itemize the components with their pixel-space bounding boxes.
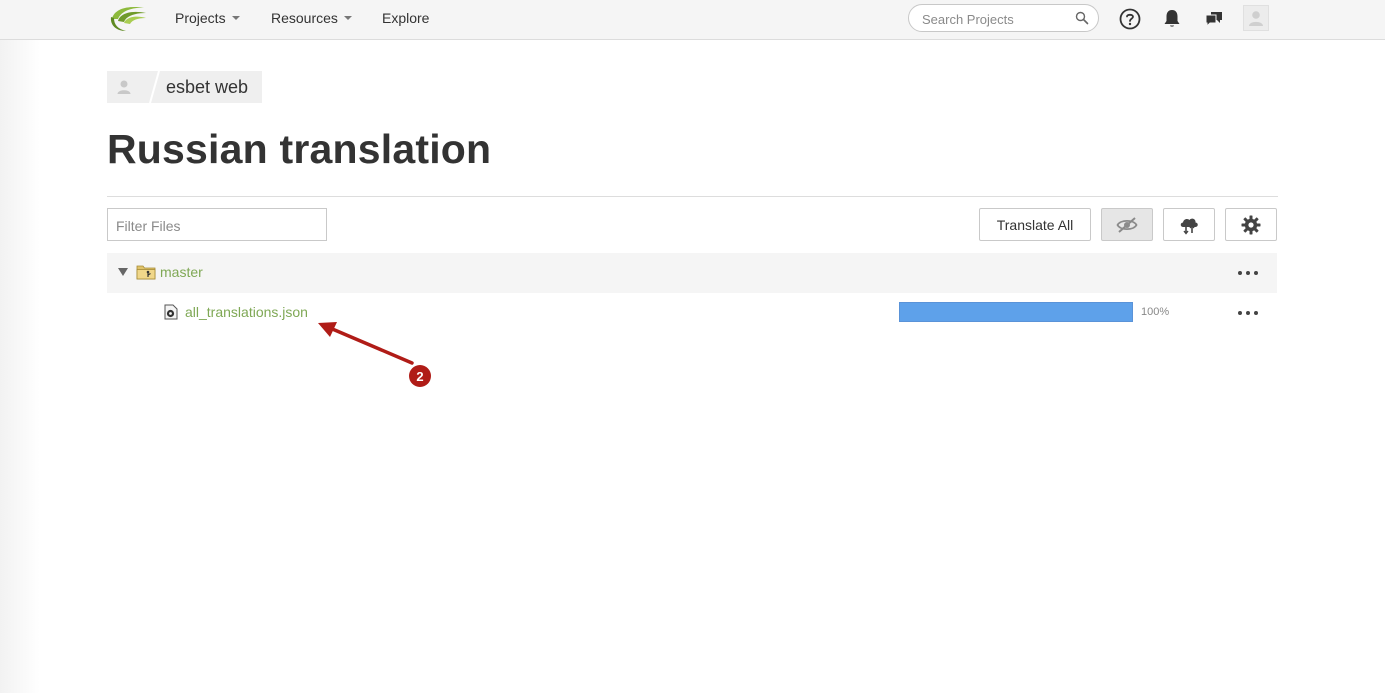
nav-explore[interactable]: Explore: [382, 10, 429, 26]
translation-progress-bar: [899, 302, 1133, 322]
branch-name[interactable]: master: [160, 264, 203, 280]
progress-fill: [900, 303, 1132, 321]
page-title: Russian translation: [107, 126, 492, 172]
avatar[interactable]: [1243, 5, 1269, 31]
user-icon: [1249, 11, 1263, 26]
file-row[interactable]: all_translations.json 100%: [107, 293, 1277, 333]
logo-icon: [110, 7, 146, 31]
filter-files-box[interactable]: [107, 208, 327, 241]
annotation-number: 2: [416, 369, 423, 384]
search-box[interactable]: [908, 4, 1099, 32]
nav-resources[interactable]: Resources: [271, 10, 352, 26]
settings-button[interactable]: [1225, 208, 1277, 241]
top-navbar: Projects Resources Explore: [0, 0, 1385, 40]
breadcrumb-separator: [149, 71, 160, 103]
help-icon[interactable]: [1118, 7, 1142, 31]
branch-more-menu-icon[interactable]: [1238, 268, 1258, 278]
collapse-triangle-icon[interactable]: [118, 268, 128, 276]
hide-icon: [1116, 216, 1138, 233]
chat-icon[interactable]: [1202, 7, 1226, 31]
progress-percentage: 100%: [1141, 306, 1170, 318]
breadcrumb-project[interactable]: esbet web: [166, 77, 248, 98]
translate-all-label: Translate All: [996, 216, 1074, 233]
bell-icon[interactable]: [1160, 7, 1184, 31]
translate-all-button[interactable]: Translate All: [979, 208, 1091, 241]
chevron-down-icon: [343, 16, 352, 21]
gear-icon: [1241, 215, 1261, 234]
nav-projects[interactable]: Projects: [175, 10, 240, 26]
chevron-down-icon: [231, 16, 240, 21]
nav-explore-label: Explore: [382, 10, 430, 26]
sync-button[interactable]: [1163, 208, 1215, 241]
file-name-link[interactable]: all_translations.json: [185, 304, 308, 320]
search-icon[interactable]: [1075, 11, 1089, 25]
nav-projects-label: Projects: [175, 10, 226, 26]
page-shade: [0, 40, 40, 693]
search-input[interactable]: [922, 11, 1072, 27]
file-icon: [164, 304, 178, 320]
nav-resources-label: Resources: [271, 10, 338, 26]
logo[interactable]: [108, 3, 148, 33]
breadcrumb: esbet web: [107, 71, 262, 103]
cloud-sync-icon: [1180, 218, 1198, 235]
branch-row[interactable]: master: [107, 253, 1277, 293]
hide-completed-button[interactable]: [1101, 208, 1153, 241]
filter-files-input[interactable]: [116, 217, 316, 234]
annotation-arrow: 2: [318, 322, 431, 387]
divider: [107, 196, 1278, 197]
file-more-menu-icon[interactable]: [1238, 308, 1258, 318]
branch-folder-icon: [136, 265, 156, 280]
owner-avatar-icon[interactable]: [113, 76, 135, 98]
